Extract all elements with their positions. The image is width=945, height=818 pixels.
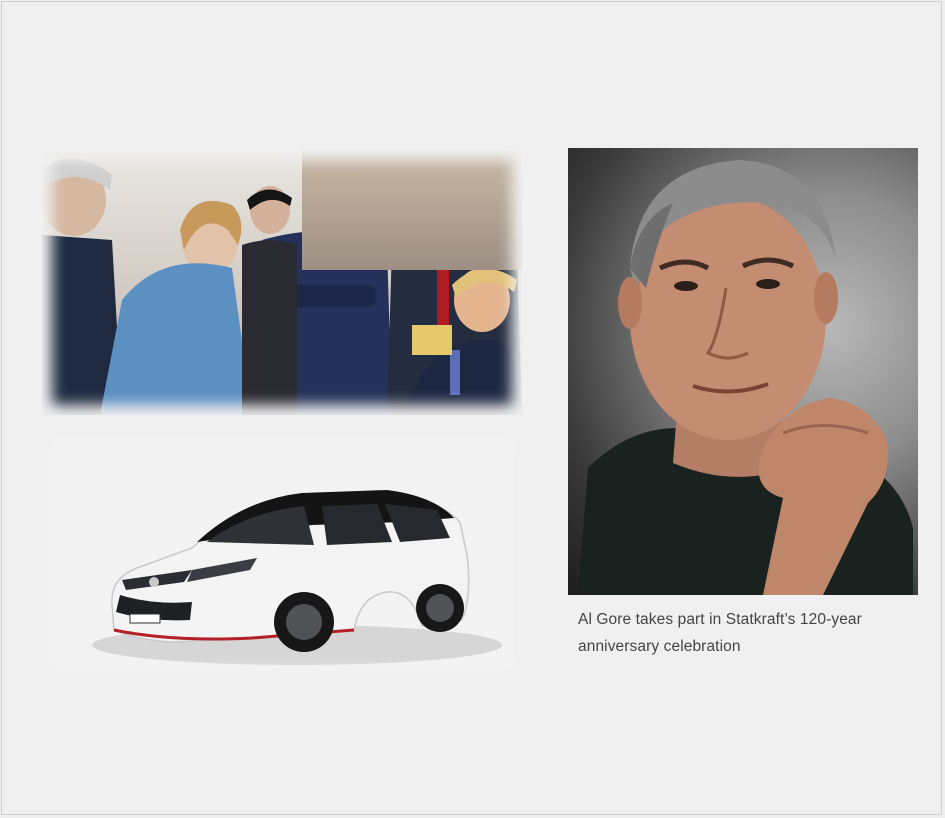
background-wall xyxy=(302,150,522,270)
front-rim xyxy=(286,604,322,640)
photo-caption: Al Gore takes part in Statkraft’s 120-ye… xyxy=(578,611,862,655)
rear-rim xyxy=(426,594,454,622)
logo-emblem xyxy=(149,577,159,587)
white-hatchback-car-photo xyxy=(42,430,522,680)
portrait-scene xyxy=(578,160,913,595)
eye xyxy=(756,279,780,289)
ear xyxy=(618,277,642,329)
man-portrait-photo xyxy=(568,148,918,595)
eye xyxy=(674,281,698,291)
blue-tie xyxy=(450,350,460,395)
blue-jacket xyxy=(100,263,252,415)
papers xyxy=(412,325,452,355)
license-plate xyxy=(129,613,161,624)
dark-suit xyxy=(242,240,297,415)
ear xyxy=(814,272,838,324)
car-scene xyxy=(92,490,502,665)
group-of-leaders-photo xyxy=(42,150,522,415)
